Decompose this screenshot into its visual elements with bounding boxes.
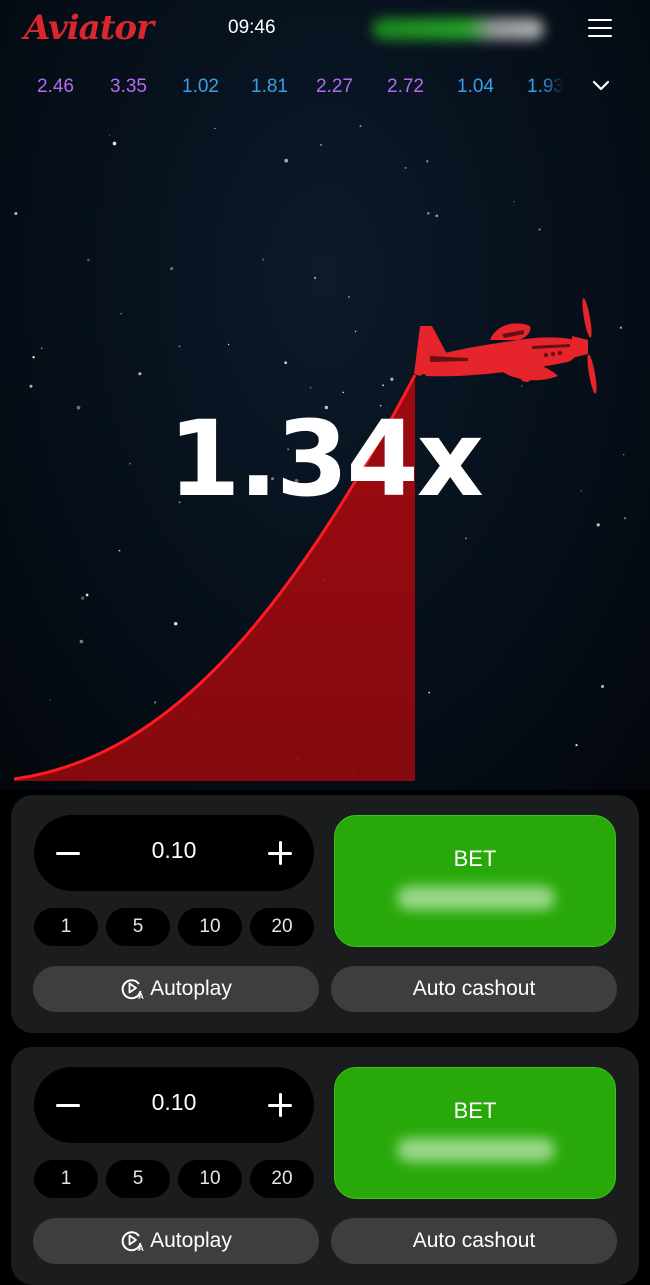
- increase-amount-button[interactable]: [260, 833, 300, 873]
- autoplay-button[interactable]: A Autoplay: [33, 1218, 319, 1264]
- bet-panel-1: 0.10 1 5 10 20 BET A Autoplay Auto casho…: [11, 795, 639, 1033]
- history-item[interactable]: 1.81: [251, 76, 288, 98]
- quick-amount-chip[interactable]: 10: [178, 1160, 242, 1198]
- quick-amount-chip[interactable]: 20: [250, 908, 314, 946]
- decrease-amount-button[interactable]: [48, 1085, 88, 1125]
- autoplay-label: Autoplay: [150, 1229, 232, 1252]
- autoplay-icon: A: [121, 1231, 144, 1252]
- svg-text:A: A: [138, 1244, 144, 1252]
- aviator-logo: Aviator: [24, 8, 154, 48]
- bet-button[interactable]: BET: [334, 815, 616, 947]
- auto-cashout-button[interactable]: Auto cashout: [331, 1218, 617, 1264]
- bet-button[interactable]: BET: [334, 1067, 616, 1199]
- game-canvas: Aviator 09:46 2.46 3.35 1.02 1.81 2.27 2…: [0, 0, 650, 790]
- autoplay-button[interactable]: A Autoplay: [33, 966, 319, 1012]
- quick-amount-chip[interactable]: 5: [106, 1160, 170, 1198]
- auto-cashout-button[interactable]: Auto cashout: [331, 966, 617, 1012]
- bet-amount-value[interactable]: 0.10: [124, 1089, 224, 1116]
- autoplay-label: Autoplay: [150, 977, 232, 1000]
- current-multiplier: 1.34x: [168, 398, 484, 520]
- bet-amount-blurred: [397, 1138, 555, 1162]
- quick-amount-chip[interactable]: 1: [34, 908, 98, 946]
- auto-cashout-label: Auto cashout: [412, 977, 536, 1000]
- balance-blurred: [372, 18, 544, 40]
- top-bar: Aviator 09:46: [0, 0, 650, 60]
- history-item[interactable]: 2.72: [387, 76, 424, 98]
- airplane-icon: [414, 298, 597, 394]
- amount-stepper: 0.10: [34, 1067, 314, 1143]
- history-item[interactable]: 1.02: [182, 76, 219, 98]
- quick-amount-chip[interactable]: 5: [106, 908, 170, 946]
- svg-text:A: A: [138, 992, 144, 1000]
- chevron-down-icon[interactable]: [590, 74, 612, 96]
- history-item[interactable]: 1.93: [527, 76, 564, 98]
- clock-time: 09:46: [228, 17, 276, 38]
- history-item[interactable]: 2.46: [37, 76, 74, 98]
- bet-amount-blurred: [397, 886, 555, 910]
- decrease-amount-button[interactable]: [48, 833, 88, 873]
- quick-amount-chip[interactable]: 20: [250, 1160, 314, 1198]
- multiplier-history: 2.46 3.35 1.02 1.81 2.27 2.72 1.04 1.93: [0, 70, 650, 104]
- bet-button-label: BET: [453, 846, 497, 871]
- bet-amount-value[interactable]: 0.10: [124, 837, 224, 864]
- autoplay-icon: A: [121, 979, 144, 1000]
- auto-cashout-label: Auto cashout: [412, 1229, 536, 1252]
- bet-panel-2: 0.10 1 5 10 20 BET A Autoplay Auto casho…: [11, 1047, 639, 1285]
- quick-amount-chip[interactable]: 1: [34, 1160, 98, 1198]
- amount-stepper: 0.10: [34, 815, 314, 891]
- history-item[interactable]: 2.27: [316, 76, 353, 98]
- increase-amount-button[interactable]: [260, 1085, 300, 1125]
- history-item[interactable]: 1.04: [457, 76, 494, 98]
- hamburger-menu-icon[interactable]: [588, 19, 612, 39]
- quick-amount-chip[interactable]: 10: [178, 908, 242, 946]
- history-item[interactable]: 3.35: [110, 76, 147, 98]
- bet-button-label: BET: [453, 1098, 497, 1123]
